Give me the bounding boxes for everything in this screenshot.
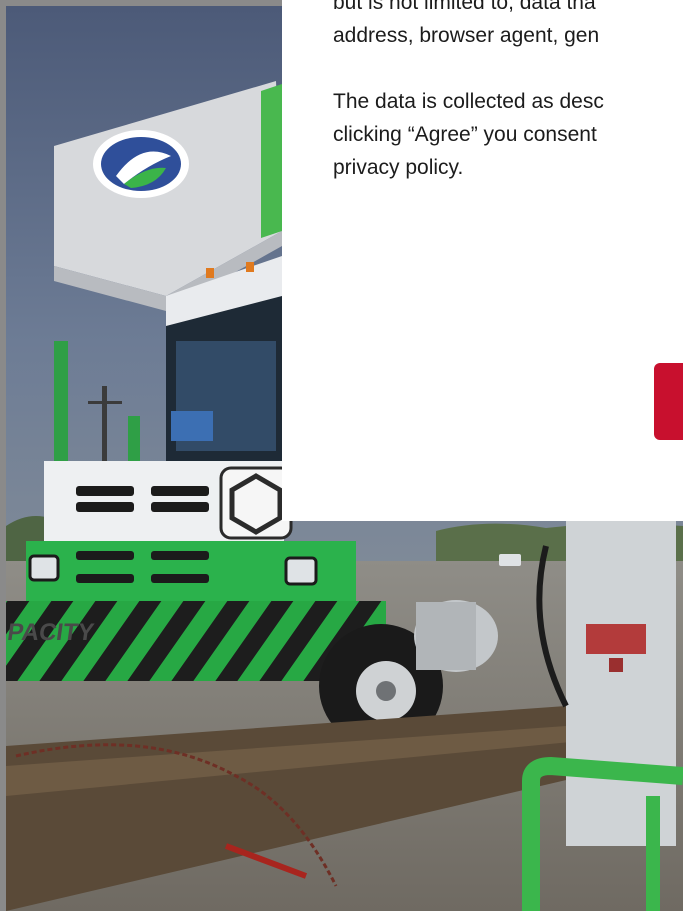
consent-text-line: privacy policy.	[333, 156, 464, 179]
consent-text-line: but is not limited to, data tha	[333, 0, 596, 14]
agree-button[interactable]	[654, 363, 683, 440]
consent-text-line: clicking “Agree” you consent	[333, 123, 597, 146]
consent-text-line: The data is collected as desc	[333, 90, 604, 113]
consent-text: but is not limited to, data tha address,…	[333, 0, 683, 184]
truck-lettering: CAPACITY	[6, 619, 96, 646]
consent-text-line: address, browser agent, gen	[333, 24, 600, 47]
consent-modal: but is not limited to, data tha address,…	[282, 0, 683, 521]
